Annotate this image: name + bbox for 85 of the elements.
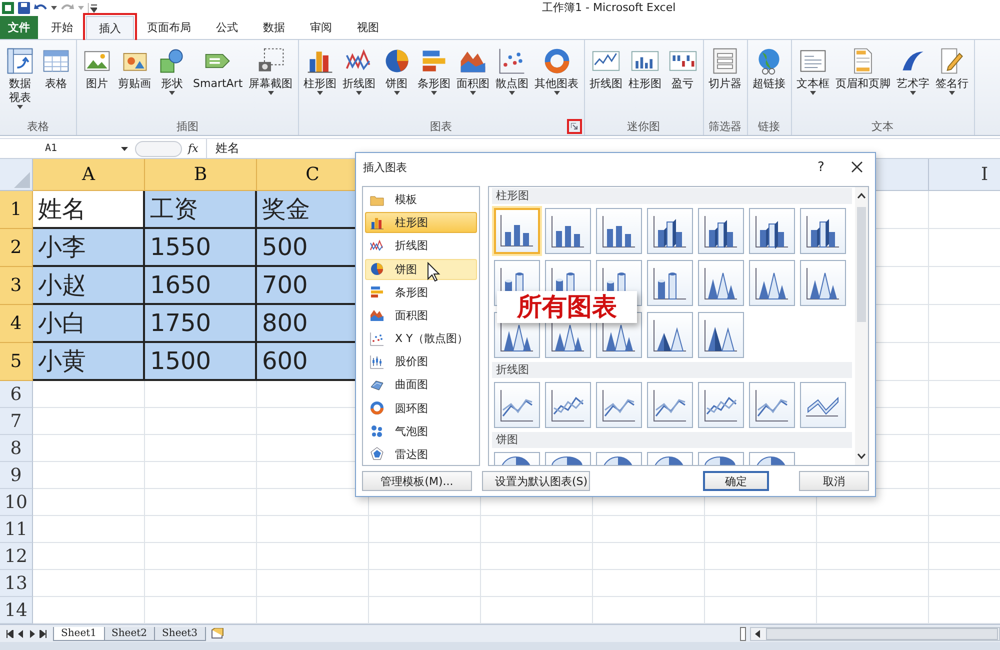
sheet-tab[interactable]: Sheet1 xyxy=(53,626,105,641)
sheet-tab[interactable]: Sheet3 xyxy=(154,626,206,641)
ribbon-button[interactable]: 柱形图 xyxy=(626,46,664,118)
category-item[interactable]: 气泡图 xyxy=(365,420,477,442)
ribbon-button[interactable]: 页眉和页脚 xyxy=(834,46,893,118)
table-cell: 小李 xyxy=(33,229,145,268)
group-label: 图表 xyxy=(430,118,452,134)
ribbon-button[interactable]: 数据 视表 xyxy=(3,46,37,118)
ribbon-button[interactable]: 散点图 xyxy=(494,46,531,118)
table-cell: 工资 xyxy=(145,191,257,230)
ribbon-button[interactable]: 折线图 xyxy=(588,46,625,118)
ribbon-button[interactable]: 文本框 xyxy=(794,46,832,118)
ribbon-tab[interactable]: 文件 xyxy=(0,16,38,40)
table-cell: 1750 xyxy=(145,305,257,344)
ribbon-tab[interactable]: 公式 xyxy=(204,16,250,40)
help-button[interactable]: ? xyxy=(809,160,833,174)
row-header[interactable]: 10 xyxy=(0,489,33,516)
ribbon-button[interactable]: 签名行 xyxy=(934,46,971,118)
row-header[interactable]: 8 xyxy=(0,435,33,462)
category-item[interactable]: 柱形图 xyxy=(365,212,477,234)
table-cell: 小黄 xyxy=(33,343,145,382)
dialog-button[interactable]: 管理模板(M)... xyxy=(362,471,472,491)
row-header[interactable]: 2 xyxy=(0,229,33,268)
table-cell: 1650 xyxy=(145,267,257,306)
row-header[interactable]: 13 xyxy=(0,570,33,598)
ribbon-button[interactable]: 超链接 xyxy=(750,46,788,118)
ribbon-button[interactable]: 艺术字 xyxy=(894,46,932,118)
ribbon-tab[interactable]: 审阅 xyxy=(298,16,344,40)
row-header[interactable]: 7 xyxy=(0,408,33,436)
ribbon-button[interactable]: 剪贴画 xyxy=(116,46,153,118)
ribbon-button[interactable]: SmartArt xyxy=(191,46,245,118)
table-cell: 1550 xyxy=(145,229,257,268)
ribbon-button[interactable]: 折线图 xyxy=(340,46,378,118)
table-cell: 小赵 xyxy=(33,267,145,306)
ribbon-button[interactable]: 表格 xyxy=(39,46,73,118)
row-header[interactable]: 5 xyxy=(0,343,33,382)
row-header[interactable]: 12 xyxy=(0,543,33,570)
caption-tooltip: 所有图表 xyxy=(497,291,637,323)
column-header[interactable]: B xyxy=(145,159,257,192)
row-header[interactable]: 11 xyxy=(0,516,33,544)
sheet-tab[interactable]: Sheet2 xyxy=(104,626,156,641)
group-label: 链接 xyxy=(758,118,780,134)
dialog-button[interactable]: 设置为默认图表(S) xyxy=(482,471,590,491)
row-header[interactable]: 9 xyxy=(0,462,33,490)
ribbon-button[interactable]: 饼图 xyxy=(380,46,414,118)
column-header[interactable]: A xyxy=(33,159,145,192)
name-box[interactable]: A1 xyxy=(33,143,130,154)
row-header[interactable]: 1 xyxy=(0,191,33,230)
ribbon-tab[interactable]: 数据 xyxy=(251,16,297,40)
ribbon-button[interactable]: 屏幕截图 xyxy=(246,46,295,118)
ribbon-tab[interactable]: 视图 xyxy=(345,16,391,40)
row-header[interactable]: 3 xyxy=(0,267,33,306)
column-header[interactable]: I xyxy=(929,159,1000,192)
ribbon-tab[interactable]: 页面布局 xyxy=(135,16,203,40)
ribbon-button[interactable]: 盈亏 xyxy=(666,46,700,118)
ribbon-button[interactable]: 形状 xyxy=(155,46,189,118)
category-item[interactable]: 圆环图 xyxy=(365,398,477,419)
ribbon-button[interactable]: 图片 xyxy=(80,46,114,118)
section-heading: 饼图 xyxy=(492,432,852,448)
section-heading: 折线图 xyxy=(492,362,852,378)
ribbon-button[interactable]: 条形图 xyxy=(416,46,453,118)
group-label: 插图 xyxy=(176,118,198,134)
ribbon-button[interactable]: 柱形图 xyxy=(302,46,339,118)
ribbon-tab[interactable]: 开始 xyxy=(39,16,85,40)
row-header[interactable]: 4 xyxy=(0,305,33,344)
dialog-button[interactable]: 取消 xyxy=(799,471,869,491)
row-header[interactable]: 14 xyxy=(0,597,33,624)
ribbon-button[interactable]: 其他图表 xyxy=(532,46,581,118)
group-label: 筛选器 xyxy=(708,118,742,134)
dialog-button[interactable]: 确定 xyxy=(703,471,769,491)
category-item[interactable]: 饼图 xyxy=(365,258,477,280)
window-title: 工作簿1 - Microsoft Excel xyxy=(542,0,676,16)
group-label: 文本 xyxy=(872,118,894,134)
table-cell: 姓名 xyxy=(33,191,145,230)
category-item[interactable]: 雷达图 xyxy=(365,444,477,466)
insert-function-button[interactable]: fx xyxy=(188,142,198,156)
group-label: 迷你图 xyxy=(627,118,660,134)
table-cell: 小白 xyxy=(33,305,145,344)
table-cell: 1500 xyxy=(145,343,257,382)
ribbon-tab[interactable]: 插入 xyxy=(86,16,134,40)
ribbon-button[interactable]: 面积图 xyxy=(454,46,492,118)
group-label: 表格 xyxy=(27,118,49,134)
row-header[interactable]: 6 xyxy=(0,381,33,408)
ribbon-button[interactable]: 切片器 xyxy=(706,46,744,118)
section-heading: 柱形图 xyxy=(492,188,852,204)
